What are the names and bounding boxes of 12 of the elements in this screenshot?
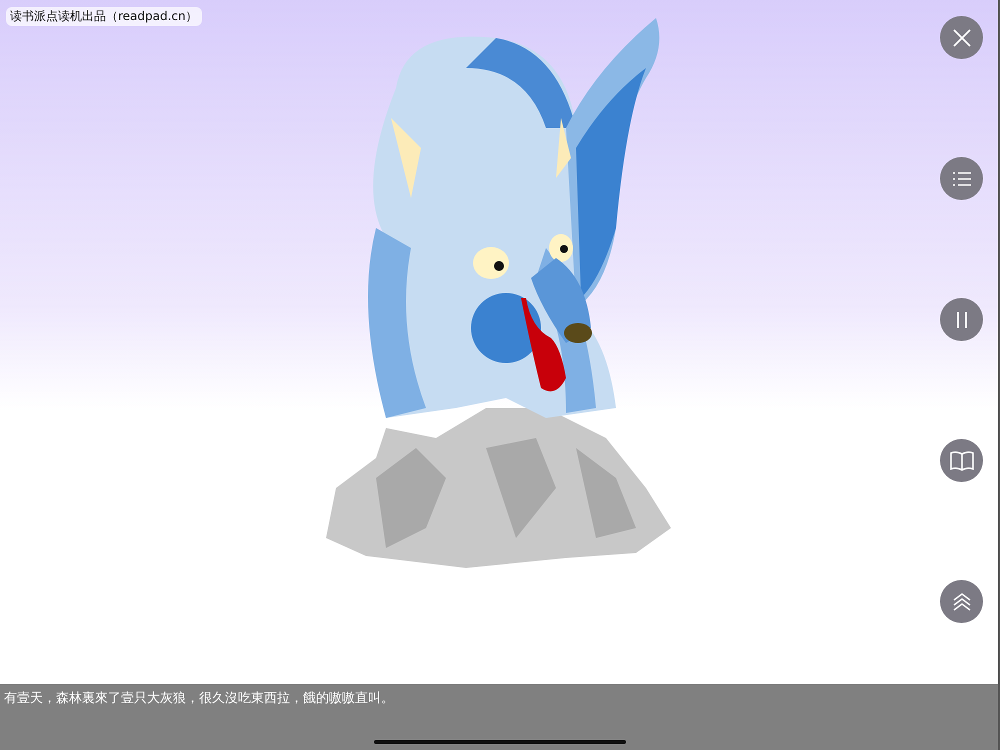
caption-text: 有壹天，森林裏來了壹只大灰狼，很久沒吃東西拉，餓的嗷嗷直叫。 [3, 690, 395, 708]
open-book-icon [948, 450, 974, 472]
credit-label: 读书派点读机出品（readpad.cn） [6, 7, 202, 26]
scroll-up-button[interactable] [940, 580, 983, 623]
pause-button[interactable] [940, 298, 983, 341]
double-chevron-up-icon [952, 592, 972, 612]
book-button[interactable] [940, 439, 983, 482]
menu-icon [952, 170, 972, 186]
pause-icon [956, 310, 968, 328]
menu-button[interactable] [940, 157, 983, 200]
close-button[interactable] [940, 16, 983, 59]
close-icon [952, 28, 972, 48]
